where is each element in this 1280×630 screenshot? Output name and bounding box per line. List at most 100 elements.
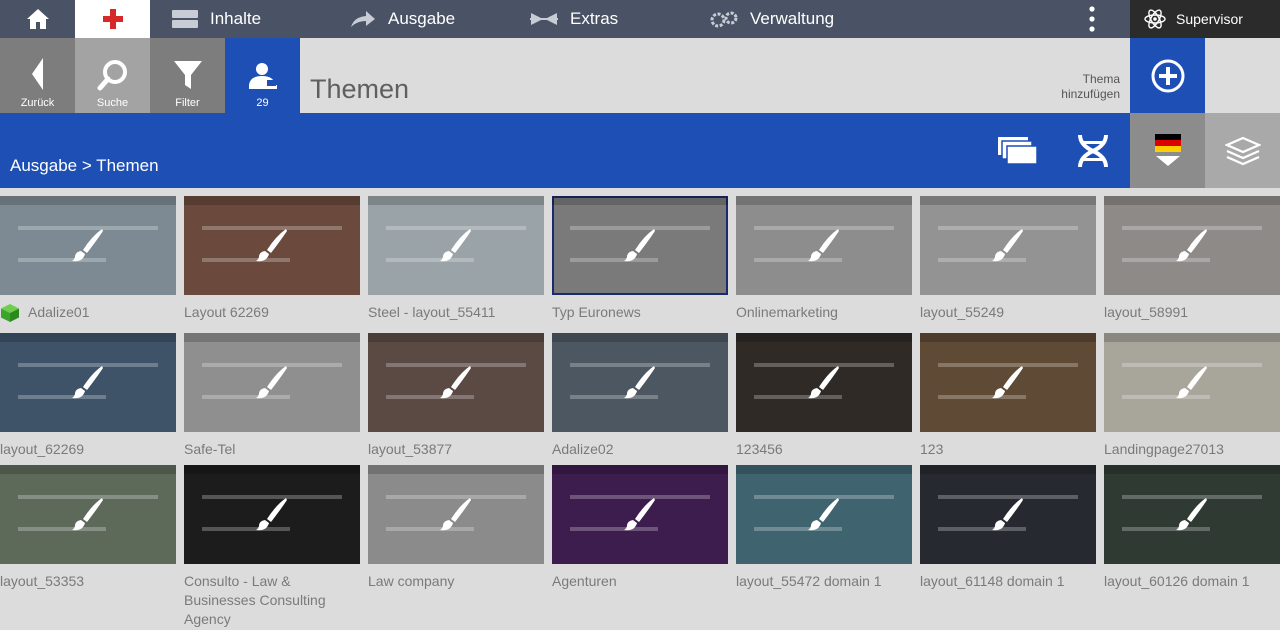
theme-thumbnail[interactable]: [184, 333, 360, 432]
theme-tile[interactable]: layout_62269: [0, 333, 176, 459]
user-menu[interactable]: Supervisor: [1130, 0, 1280, 38]
search-button[interactable]: Suche: [75, 38, 150, 113]
theme-tile[interactable]: Steel - layout_55411: [368, 196, 544, 322]
paintbrush-icon: [256, 366, 287, 399]
theme-label[interactable]: Consulto - Law & Businesses Consulting A…: [184, 572, 360, 629]
theme-thumbnail[interactable]: [368, 333, 544, 432]
theme-thumbnail[interactable]: [0, 333, 176, 432]
back-button[interactable]: Zurück: [0, 38, 75, 113]
theme-label[interactable]: layout_62269: [0, 440, 176, 459]
theme-label[interactable]: layout_60126 domain 1: [1104, 572, 1280, 591]
theme-tile[interactable]: Onlinemarketing: [736, 196, 912, 322]
theme-tile[interactable]: Safe-Tel: [184, 333, 360, 459]
dna-button[interactable]: [1055, 113, 1130, 188]
nav-item-inhalte[interactable]: Inhalte: [172, 0, 261, 38]
theme-label[interactable]: Onlinemarketing: [736, 303, 912, 322]
theme-tile[interactable]: Consulto - Law & Businesses Consulting A…: [184, 465, 360, 629]
theme-thumbnail[interactable]: [1104, 196, 1280, 295]
theme-name: Typ Euronews: [552, 304, 641, 320]
theme-label[interactable]: layout_58991: [1104, 303, 1280, 322]
add-theme-button[interactable]: [1130, 38, 1205, 113]
nav-item-ausgabe[interactable]: Ausgabe: [350, 0, 455, 38]
theme-label[interactable]: 123: [920, 440, 1096, 459]
theme-tile[interactable]: Adalize02: [552, 333, 728, 459]
theme-name: layout_55249: [920, 304, 1005, 320]
red-cross-icon: [102, 9, 123, 29]
theme-label[interactable]: Agenturen: [552, 572, 728, 591]
language-selector[interactable]: [1130, 113, 1205, 188]
theme-label[interactable]: layout_55472 domain 1: [736, 572, 912, 591]
theme-label[interactable]: Adalize01: [0, 303, 176, 323]
theme-thumbnail[interactable]: [0, 196, 176, 295]
theme-thumbnail[interactable]: [368, 196, 544, 295]
theme-thumbnail[interactable]: [1104, 465, 1280, 564]
theme-tile[interactable]: layout_61148 domain 1: [920, 465, 1096, 591]
theme-thumbnail[interactable]: [368, 465, 544, 564]
paintbrush-icon: [992, 229, 1023, 262]
paintbrush-icon: [256, 229, 287, 262]
home-icon: [26, 9, 49, 29]
theme-tile[interactable]: Adalize01: [0, 196, 176, 323]
theme-thumbnail[interactable]: [552, 333, 728, 432]
theme-thumbnail[interactable]: [736, 196, 912, 295]
theme-tile[interactable]: 123: [920, 333, 1096, 459]
add-theme-label: Thema hinzufügen: [1061, 72, 1120, 101]
theme-tile[interactable]: layout_53353: [0, 465, 176, 591]
theme-thumbnail[interactable]: [184, 196, 360, 295]
more-menu-button[interactable]: [1084, 5, 1100, 33]
theme-tile[interactable]: Law company: [368, 465, 544, 591]
theme-name: layout_60126 domain 1: [1104, 573, 1250, 589]
theme-thumbnail[interactable]: [184, 465, 360, 564]
theme-label[interactable]: layout_61148 domain 1: [920, 572, 1096, 591]
theme-tile[interactable]: 123456: [736, 333, 912, 459]
theme-thumbnail[interactable]: [1104, 333, 1280, 432]
home-button[interactable]: [0, 0, 75, 38]
context-bar: Ausgabe > Themen: [0, 113, 1280, 188]
extras-icon: [530, 13, 558, 25]
paintbrush-icon: [624, 366, 655, 399]
user-count-button[interactable]: 29: [225, 38, 300, 113]
theme-tile[interactable]: Layout 62269: [184, 196, 360, 322]
nav-item-verwaltung[interactable]: Verwaltung: [710, 0, 834, 38]
theme-label[interactable]: Adalize02: [552, 440, 728, 459]
theme-tile[interactable]: layout_60126 domain 1: [1104, 465, 1280, 591]
theme-tile[interactable]: Typ Euronews: [552, 196, 728, 322]
theme-tile[interactable]: layout_53877: [368, 333, 544, 459]
theme-label[interactable]: Law company: [368, 572, 544, 591]
theme-label[interactable]: Landingpage27013: [1104, 440, 1280, 459]
layers-button[interactable]: [1205, 113, 1280, 188]
theme-name: Onlinemarketing: [736, 304, 838, 320]
back-label: Zurück: [20, 97, 55, 109]
theme-thumbnail[interactable]: [0, 465, 176, 564]
theme-tile[interactable]: layout_55249: [920, 196, 1096, 322]
search-icon: [97, 60, 127, 91]
theme-tile[interactable]: layout_58991: [1104, 196, 1280, 322]
theme-thumbnail[interactable]: [920, 465, 1096, 564]
theme-name: Agenturen: [552, 573, 617, 589]
theme-label[interactable]: layout_53353: [0, 572, 176, 591]
theme-thumbnail[interactable]: [736, 465, 912, 564]
theme-thumbnail[interactable]: [920, 196, 1096, 295]
theme-tile[interactable]: layout_55472 domain 1: [736, 465, 912, 591]
theme-name: layout_62269: [0, 441, 85, 457]
theme-label[interactable]: Safe-Tel: [184, 440, 360, 459]
filter-button[interactable]: Filter: [150, 38, 225, 113]
paintbrush-icon: [1176, 498, 1207, 531]
theme-label[interactable]: 123456: [736, 440, 912, 459]
theme-label[interactable]: Steel - layout_55411: [368, 303, 544, 322]
theme-thumbnail[interactable]: [552, 196, 728, 295]
card-stack-button[interactable]: [980, 113, 1055, 188]
theme-thumbnail[interactable]: [736, 333, 912, 432]
theme-tile[interactable]: Agenturen: [552, 465, 728, 591]
nav-item-extras[interactable]: Extras: [530, 0, 618, 38]
theme-name: Adalize02: [552, 441, 614, 457]
theme-label[interactable]: Layout 62269: [184, 303, 360, 322]
theme-thumbnail[interactable]: [552, 465, 728, 564]
paintbrush-icon: [808, 366, 839, 399]
theme-label[interactable]: Typ Euronews: [552, 303, 728, 322]
theme-label[interactable]: layout_55249: [920, 303, 1096, 322]
quick-add-button[interactable]: [75, 0, 150, 38]
theme-thumbnail[interactable]: [920, 333, 1096, 432]
theme-tile[interactable]: Landingpage27013: [1104, 333, 1280, 459]
theme-label[interactable]: layout_53877: [368, 440, 544, 459]
